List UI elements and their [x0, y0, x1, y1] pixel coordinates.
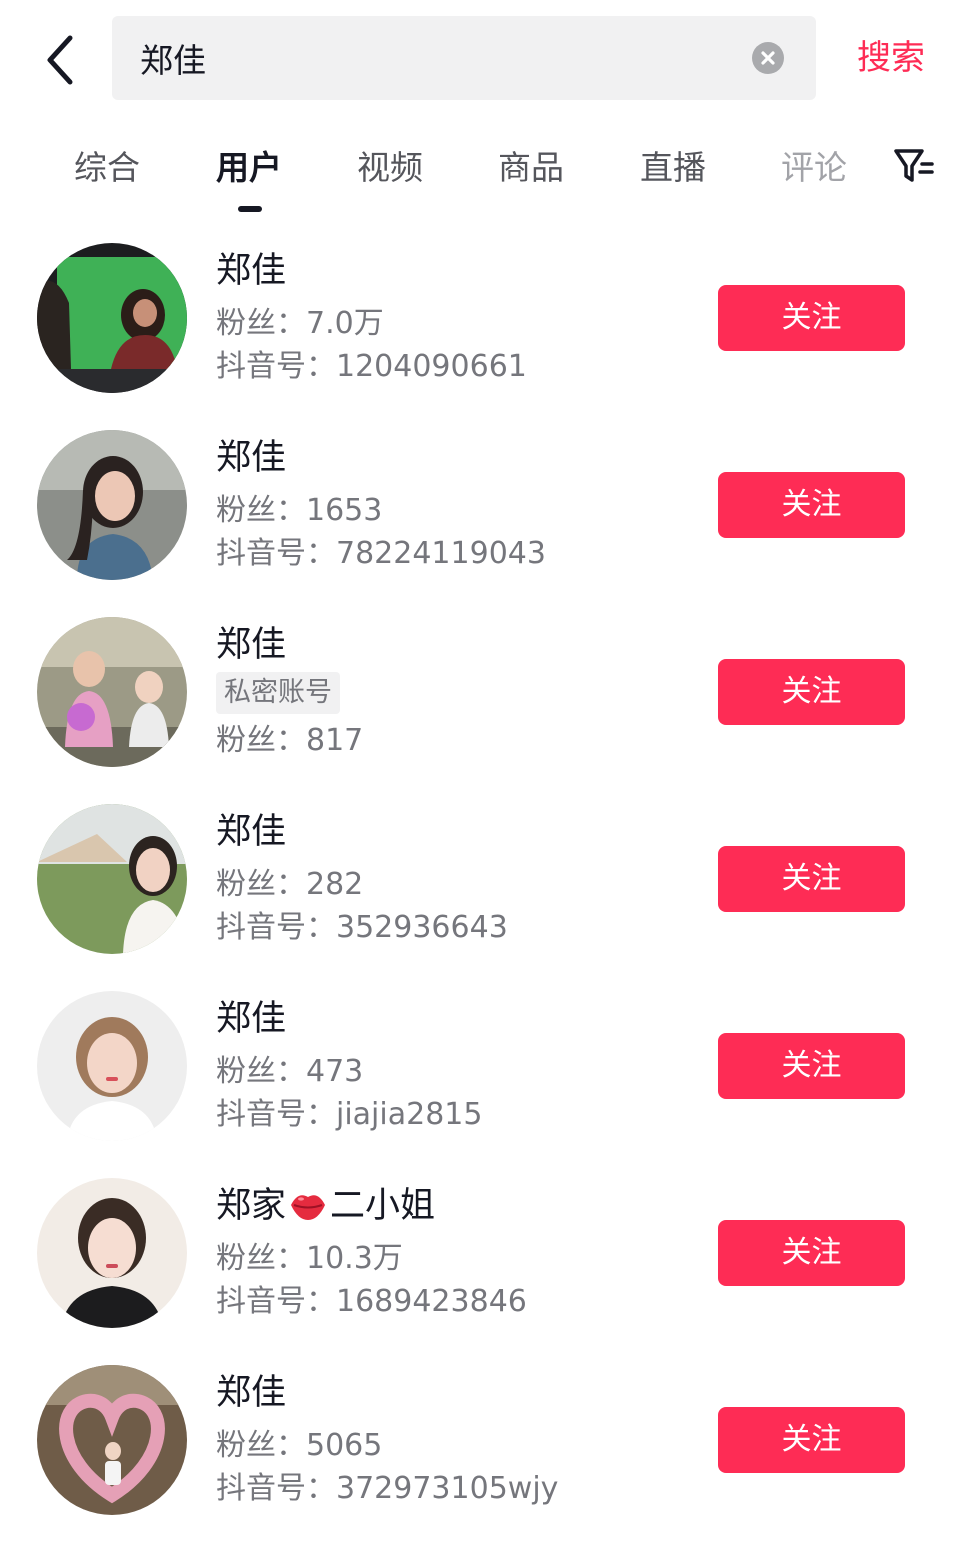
user-name[interactable]: 郑佳 [216, 807, 286, 857]
user-name[interactable]: 郑佳 [216, 994, 286, 1044]
tab-users[interactable]: 用户 [189, 138, 309, 198]
douyin-id: 抖音号：78224119043 [216, 536, 546, 571]
user-result-row[interactable]: 郑佳 粉丝：473 抖音号：jiajia2815 关注 [0, 972, 960, 1159]
fans-count: 粉丝：7.0万 [216, 306, 384, 341]
user-avatar[interactable] [37, 1178, 187, 1328]
user-name[interactable]: 郑佳 [216, 620, 286, 670]
search-input[interactable] [140, 16, 740, 100]
search-box [112, 16, 816, 100]
search-button[interactable]: 搜索 [846, 30, 936, 86]
user-results-list: 郑佳 粉丝：7.0万 抖音号：1204090661 关注 郑佳 粉丝：1653 … [0, 224, 960, 1533]
private-account-badge: 私密账号 [216, 672, 340, 714]
tab-live[interactable]: 直播 [613, 138, 733, 198]
douyin-id: 抖音号：352936643 [216, 910, 508, 945]
follow-button[interactable]: 关注 [718, 1033, 905, 1099]
user-avatar[interactable] [37, 617, 187, 767]
user-name[interactable]: 郑佳 [216, 246, 286, 296]
chevron-left-icon [47, 35, 73, 85]
user-result-row[interactable]: 郑佳 粉丝：5065 抖音号：372973105wjy 关注 [0, 1346, 960, 1533]
follow-button[interactable]: 关注 [718, 1407, 905, 1473]
tab-videos[interactable]: 视频 [330, 138, 450, 198]
user-avatar[interactable] [37, 991, 187, 1141]
follow-button[interactable]: 关注 [718, 659, 905, 725]
follow-button[interactable]: 关注 [718, 846, 905, 912]
user-name[interactable]: 郑家 二小姐 [216, 1181, 435, 1231]
user-avatar[interactable] [37, 430, 187, 580]
tab-comprehensive[interactable]: 综合 [47, 138, 167, 198]
douyin-id: 抖音号：372973105wjy [216, 1471, 559, 1506]
fans-count: 粉丝：817 [216, 723, 364, 758]
lips-emoji-icon [291, 1195, 326, 1220]
back-button[interactable] [30, 30, 90, 90]
douyin-id: 抖音号：jiajia2815 [216, 1097, 483, 1132]
tab-comments[interactable]: 评论 [754, 138, 874, 198]
user-result-row[interactable]: 郑家 二小姐 粉丝：10.3万 抖音号：1689423846 关注 [0, 1159, 960, 1346]
clear-circle-icon [761, 51, 775, 65]
user-result-row[interactable]: 郑佳 粉丝：7.0万 抖音号：1204090661 关注 [0, 224, 960, 411]
fans-count: 粉丝：5065 [216, 1428, 383, 1463]
tab-bar: 综合 用户 视频 商品 直播 评论 [0, 128, 960, 218]
user-name[interactable]: 郑佳 [216, 1368, 286, 1418]
tab-products[interactable]: 商品 [471, 138, 591, 198]
fans-count: 粉丝：282 [216, 867, 364, 902]
search-header: 搜索 [0, 0, 960, 116]
fans-count: 粉丝：10.3万 [216, 1241, 403, 1276]
user-result-row[interactable]: 郑佳 粉丝：1653 抖音号：78224119043 关注 [0, 411, 960, 598]
user-name[interactable]: 郑佳 [216, 433, 286, 483]
filter-button[interactable] [892, 142, 936, 192]
active-tab-indicator [238, 206, 262, 212]
follow-button[interactable]: 关注 [718, 1220, 905, 1286]
user-avatar[interactable] [37, 804, 187, 954]
user-avatar[interactable] [37, 1365, 187, 1515]
user-result-row[interactable]: 郑佳 粉丝：282 抖音号：352936643 关注 [0, 785, 960, 972]
douyin-id: 抖音号：1689423846 [216, 1284, 527, 1319]
clear-search-button[interactable] [752, 42, 784, 74]
follow-button[interactable]: 关注 [718, 285, 905, 351]
filter-icon [894, 149, 934, 182]
user-avatar[interactable] [37, 243, 187, 393]
user-result-row[interactable]: 郑佳 私密账号 粉丝：817 关注 [0, 598, 960, 785]
fans-count: 粉丝：473 [216, 1054, 364, 1089]
fans-count: 粉丝：1653 [216, 493, 383, 528]
follow-button[interactable]: 关注 [718, 472, 905, 538]
douyin-id: 抖音号：1204090661 [216, 349, 527, 384]
